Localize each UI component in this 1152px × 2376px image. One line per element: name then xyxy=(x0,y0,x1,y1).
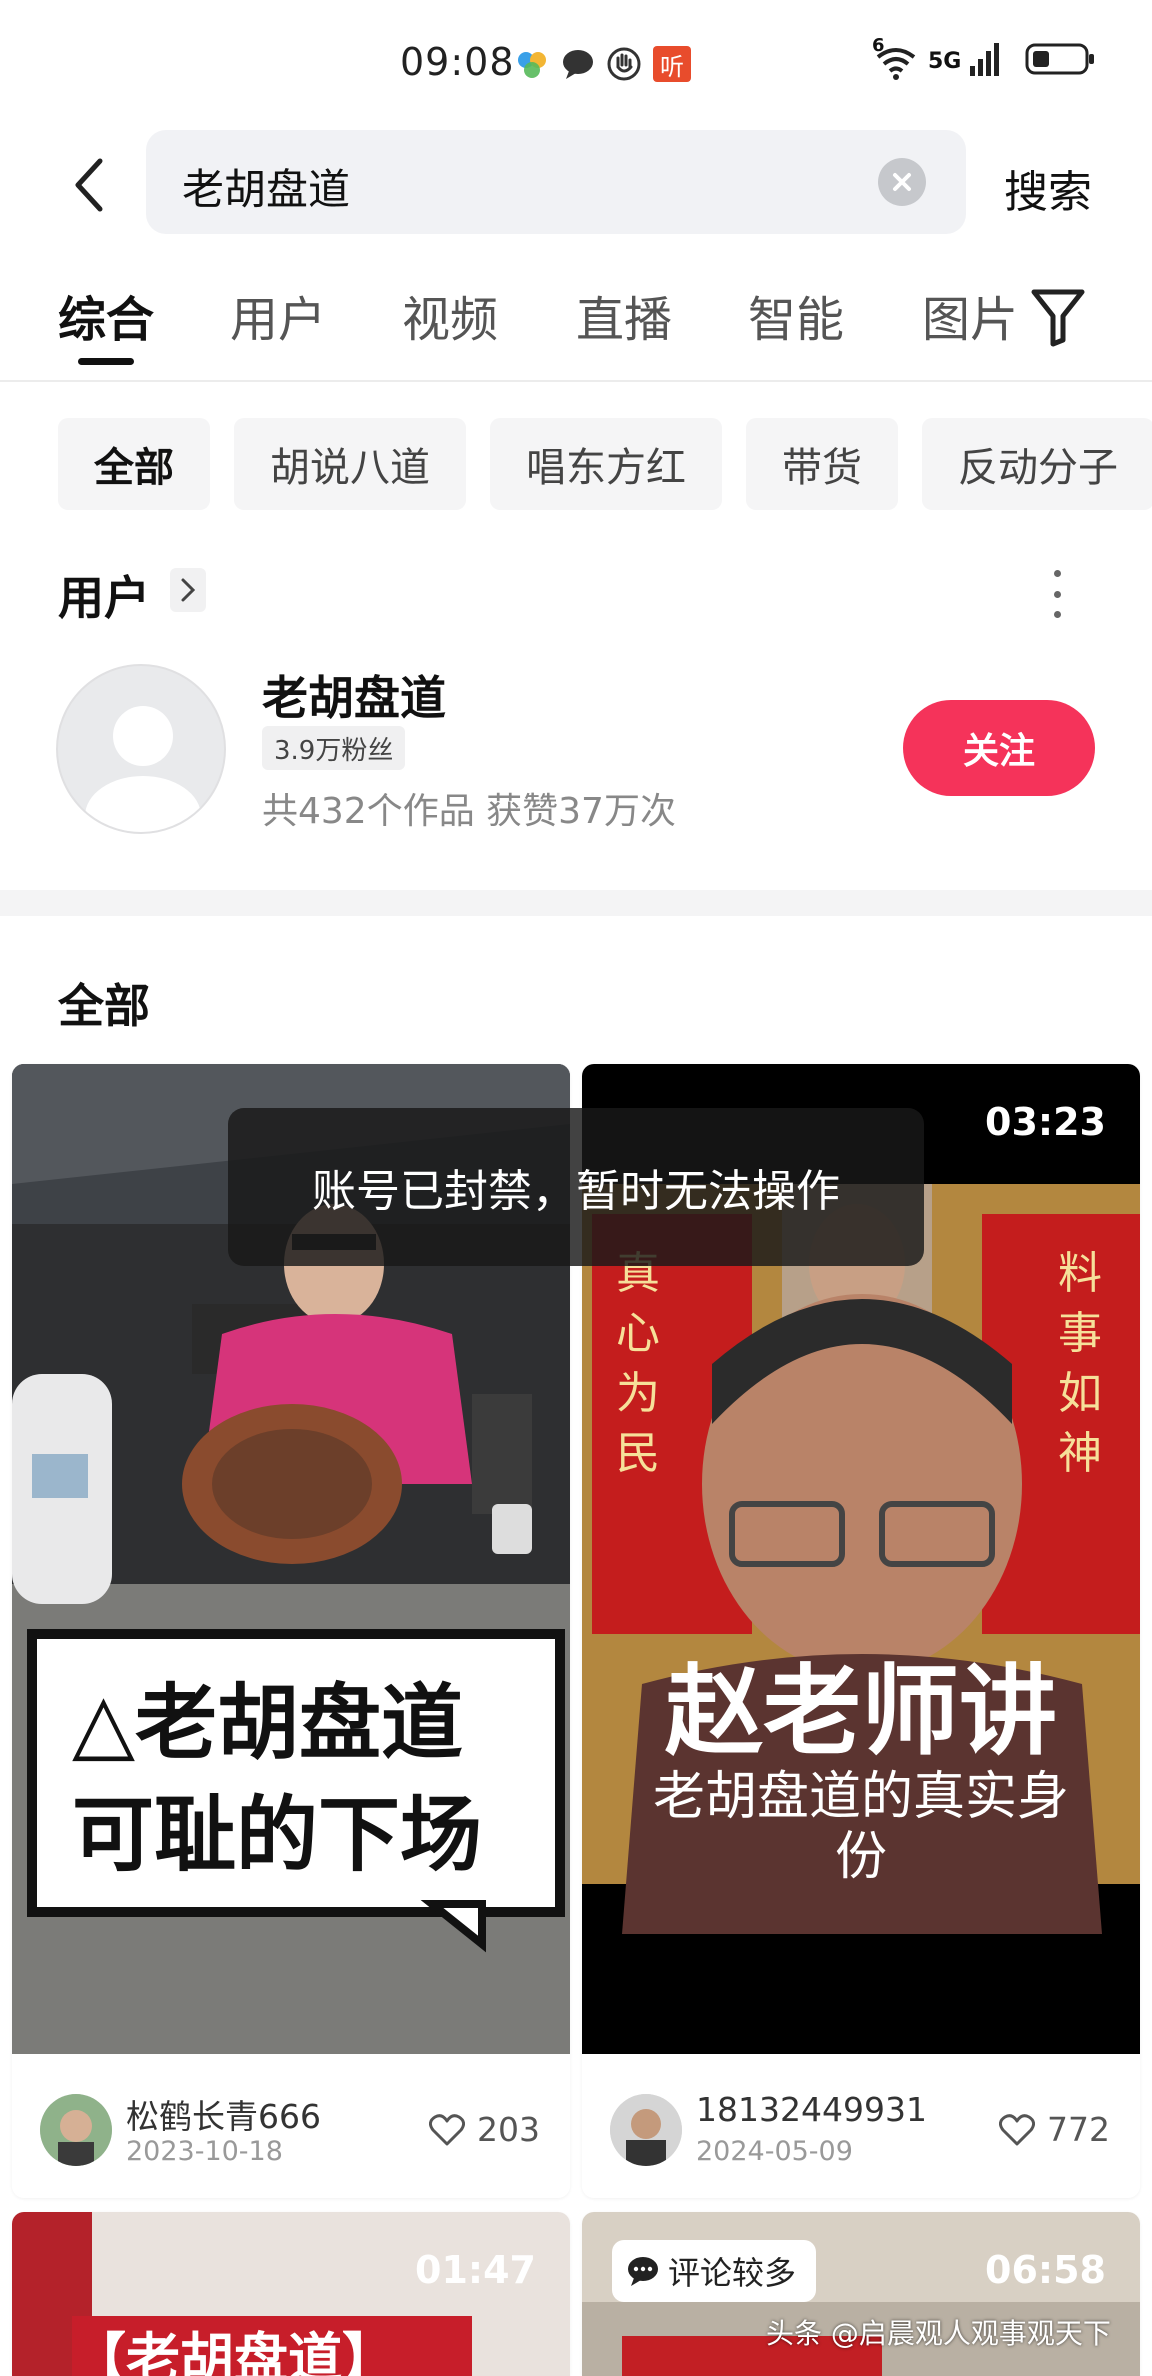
clock: 09:08 xyxy=(400,40,515,84)
video-overlay-text: △老胡盘道 可耻的下场 xyxy=(72,1668,482,1892)
user-section-title[interactable]: 用户 xyxy=(58,562,150,628)
overlay-line: 可耻的下场 xyxy=(72,1788,483,1883)
tab-users[interactable]: 用户 xyxy=(230,280,326,350)
like-count[interactable]: 203 xyxy=(429,2110,540,2149)
dot xyxy=(1053,590,1061,598)
chip-sing-east-red[interactable]: 唱东方红 xyxy=(490,418,722,510)
active-tab-indicator xyxy=(78,358,134,365)
like-count[interactable]: 772 xyxy=(999,2110,1110,2149)
wifi-icon: 6 xyxy=(872,35,920,81)
search-input[interactable]: 老胡盘道 xyxy=(146,130,966,234)
pinwheel-app-icon xyxy=(515,47,549,81)
banner-text: 真心为民 xyxy=(616,1248,660,1479)
chip-reactionaries[interactable]: 反动分子 xyxy=(922,418,1152,510)
all-section-title: 全部 xyxy=(58,979,150,1033)
tab-live[interactable]: 直播 xyxy=(576,280,672,350)
watermark: 头条 @启晨观人观事观天下 xyxy=(766,2317,1111,2350)
fans-count-badge: 3.9万粉丝 xyxy=(262,726,406,770)
overlay-line: △老胡盘道 xyxy=(72,1676,464,1771)
author-avatar[interactable] xyxy=(610,2094,682,2166)
comment-badge-label: 评论较多 xyxy=(668,2254,797,2292)
video-overlay-text: 【老胡盘道】 xyxy=(72,2327,396,2376)
publish-date: 2023-10-18 xyxy=(126,2136,283,2167)
more-options-button[interactable] xyxy=(1042,570,1072,618)
status-bar: 09:08 听 6 5G xyxy=(0,0,1152,130)
video-card-footer: 18132449931 2024-05-09 772 xyxy=(582,2054,1140,2198)
chip-nonsense[interactable]: 胡说八道 xyxy=(234,418,466,510)
tab-images[interactable]: 图片 xyxy=(922,280,1018,350)
video-title-sub2: 份 xyxy=(834,1827,887,1887)
filter-icon xyxy=(1031,289,1085,347)
comment-icon xyxy=(628,2257,658,2286)
chip-all[interactable]: 全部 xyxy=(58,418,210,510)
filter-button[interactable] xyxy=(1030,286,1086,348)
system-status: 6 5G xyxy=(872,35,1097,82)
tab-smart[interactable]: 智能 xyxy=(748,280,844,350)
user-avatar[interactable] xyxy=(56,664,226,834)
hand-icon xyxy=(607,47,641,81)
dot xyxy=(1053,570,1061,577)
video-title-main: 赵老师讲 xyxy=(664,1655,1057,1769)
battery-icon xyxy=(1025,41,1097,81)
banner-text: 料事如神 xyxy=(1058,1248,1102,1479)
search-button[interactable]: 搜索 xyxy=(1004,156,1092,220)
author-name[interactable]: 18132449931 xyxy=(696,2090,927,2129)
tabs-divider xyxy=(0,380,1152,382)
follow-button[interactable]: 关注 xyxy=(903,700,1095,796)
author-avatar[interactable] xyxy=(40,2094,112,2166)
user-section-more-button[interactable] xyxy=(170,568,206,612)
banned-toast: 账号已封禁，暂时无法操作 xyxy=(228,1108,924,1266)
video-card[interactable]: 01:47 【老胡盘道】 xyxy=(12,2212,570,2376)
ting-app-icon: 听 xyxy=(653,46,691,82)
tab-comprehensive[interactable]: 综合 xyxy=(58,280,154,350)
author-avatar-image xyxy=(40,2094,112,2166)
close-icon xyxy=(893,173,911,191)
video-card-footer: 松鹤长青666 2023-10-18 203 xyxy=(12,2054,570,2198)
notification-icons: 听 xyxy=(515,46,691,82)
chevron-right-icon xyxy=(181,578,196,602)
author-name[interactable]: 松鹤长青666 xyxy=(126,2090,321,2138)
back-button[interactable] xyxy=(58,150,118,220)
cellular-signal: 5G xyxy=(928,48,962,74)
heart-icon xyxy=(429,2113,465,2145)
chevron-left-icon xyxy=(75,158,103,212)
user-name[interactable]: 老胡盘道 xyxy=(262,662,446,728)
default-avatar-icon xyxy=(85,706,201,832)
tab-videos[interactable]: 视频 xyxy=(402,280,498,350)
heart-icon xyxy=(999,2113,1035,2145)
result-tabs: 综合 用户 视频 直播 智能 图片 xyxy=(0,270,1152,380)
like-count-value: 203 xyxy=(477,2110,540,2149)
video-duration: 01:47 xyxy=(415,2248,536,2292)
search-query: 老胡盘道 xyxy=(182,165,351,214)
video-duration: 06:58 xyxy=(985,2248,1106,2292)
author-avatar-image xyxy=(610,2094,682,2166)
comment-hot-badge: 评论较多 xyxy=(612,2240,817,2302)
user-stats: 共432个作品 获赞37万次 xyxy=(262,791,676,832)
like-count-value: 772 xyxy=(1047,2110,1110,2149)
clear-search-button[interactable] xyxy=(878,158,926,206)
publish-date: 2024-05-09 xyxy=(696,2136,853,2167)
chat-bubble-icon xyxy=(561,47,595,81)
signal-bars-icon xyxy=(969,40,1003,82)
chip-selling-goods[interactable]: 带货 xyxy=(746,418,898,510)
video-thumbnail: 01:47 【老胡盘道】 xyxy=(12,2212,570,2376)
filter-chips: 全部 胡说八道 唱东方红 带货 反动分子 xyxy=(58,418,1152,510)
dot xyxy=(1053,611,1061,618)
section-separator xyxy=(0,890,1152,916)
video-duration: 03:23 xyxy=(985,1100,1106,1144)
